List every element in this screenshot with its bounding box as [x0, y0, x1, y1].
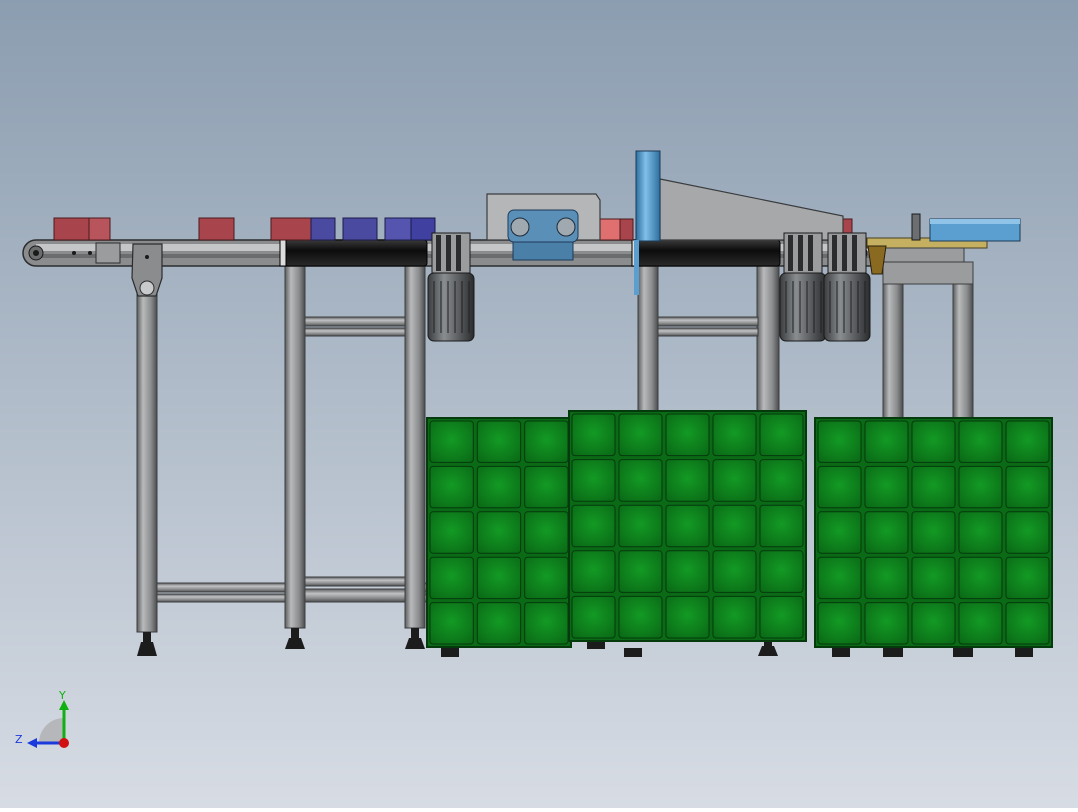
crate-cell: [958, 602, 1003, 645]
crate-cell: [571, 550, 616, 593]
crate-cell: [958, 420, 1003, 463]
crate-cell: [864, 556, 909, 600]
crate-cell: [817, 465, 862, 509]
crate-cell: [618, 550, 663, 593]
crate-cell: [665, 413, 710, 457]
crate-cell: [958, 465, 1003, 509]
gear-motor: [779, 232, 827, 342]
crate-cell: [864, 602, 909, 645]
crate-cell: [759, 459, 804, 502]
crate-cell: [712, 413, 757, 457]
axis-y-label: Y: [58, 689, 66, 702]
crate-cell: [712, 459, 757, 502]
crate-cell: [524, 511, 569, 554]
crate-cell: [571, 413, 616, 457]
crate-cell: [429, 465, 474, 509]
crate-cell: [1005, 420, 1050, 463]
crate-cell: [958, 556, 1003, 600]
crate-cell: [476, 602, 522, 645]
crate-cell: [864, 465, 909, 509]
crate-cell: [817, 556, 862, 600]
crate-cell: [712, 504, 757, 548]
crate-cell: [476, 465, 522, 509]
crate-cell: [665, 504, 710, 548]
crate-cell: [476, 420, 522, 463]
crate-cell: [524, 465, 569, 509]
cad-viewport[interactable]: Y Z: [0, 0, 1078, 808]
crate-cell: [571, 504, 616, 548]
crate-cell: [817, 602, 862, 645]
crate-cell: [958, 511, 1003, 554]
crate-cell: [911, 465, 956, 509]
rail-end-bracket: [131, 243, 163, 297]
crate-cell: [1005, 511, 1050, 554]
crate-cell: [759, 550, 804, 593]
crate-cell: [665, 459, 710, 502]
crate-cell: [712, 595, 757, 639]
crate-cell: [476, 556, 522, 600]
crate-cell: [429, 602, 474, 645]
crate-cell: [911, 511, 956, 554]
axis-z-label: Z: [15, 733, 23, 746]
crate-cell: [571, 595, 616, 639]
crate-cell: [759, 595, 804, 639]
crate-cell: [817, 420, 862, 463]
crate-cell: [712, 550, 757, 593]
crate-cell: [476, 511, 522, 554]
crate-cell: [429, 556, 474, 600]
crate-cell: [524, 420, 569, 463]
gear-motor: [823, 232, 871, 342]
viewport-background: [0, 0, 1078, 808]
crate-cell: [665, 595, 710, 639]
gear-motor: [427, 232, 475, 342]
crate-cell: [759, 413, 804, 457]
crate-cell: [1005, 602, 1050, 645]
crate-cell: [759, 504, 804, 548]
crate-cell: [429, 420, 474, 463]
crate-cell: [524, 556, 569, 600]
crate-cell: [618, 413, 663, 457]
crate-cell: [618, 459, 663, 502]
crate-cell: [665, 550, 710, 593]
crate-cell: [1005, 556, 1050, 600]
crate-cell: [911, 556, 956, 600]
crate-cell: [911, 602, 956, 645]
crate-cell: [1005, 465, 1050, 509]
crate-cell: [571, 459, 616, 502]
crate-cell: [429, 511, 474, 554]
conveyor-assembly-drawing: Y Z: [0, 0, 1078, 808]
crate-cell: [864, 511, 909, 554]
crate-cell: [911, 420, 956, 463]
crate-cell: [618, 595, 663, 639]
crate-cell: [817, 511, 862, 554]
crate-cell: [618, 504, 663, 548]
crate-cell: [864, 420, 909, 463]
crate-cell: [524, 602, 569, 645]
